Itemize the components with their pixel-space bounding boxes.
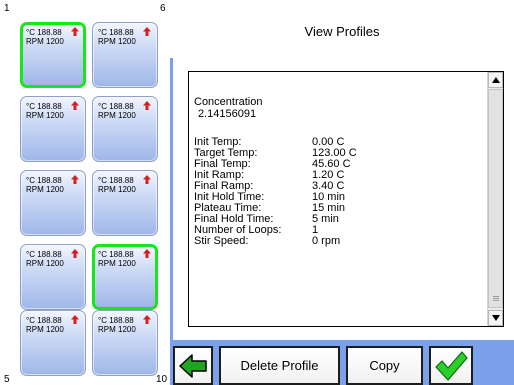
profile-tile-7[interactable]: °C 188.88 RPM 1200 <box>92 96 158 162</box>
tile-temperature-unit: °C <box>98 316 107 325</box>
up-arrow-icon <box>71 101 79 110</box>
tile-rpm: RPM 1200 <box>98 37 136 46</box>
tile-rpm: RPM 1200 <box>98 185 136 194</box>
header: View Profiles <box>170 0 514 58</box>
profile-tile-5[interactable]: °C 188.88 RPM 1200 <box>20 310 86 376</box>
parameter-label: Stir Speed: <box>194 235 249 247</box>
delete-profile-button[interactable]: Delete Profile <box>219 346 340 385</box>
concentration-value: 2.14156091 <box>198 108 257 120</box>
grid-corner-label-bottom-left: 5 <box>4 374 10 385</box>
page-title: View Profiles <box>304 24 380 39</box>
tile-temperature-value: 188.88 <box>109 28 134 37</box>
up-arrow-icon <box>71 27 79 36</box>
tile-temperature-unit: °C <box>26 250 35 259</box>
profile-tile-3[interactable]: °C 188.88 RPM 1200 <box>20 170 86 236</box>
profile-tile-6[interactable]: °C 188.88 RPM 1200 <box>92 22 158 88</box>
profile-grid: 1 6 5 10 °C 188.88 RPM 1200 °C 188.88 RPM 1… <box>0 0 170 385</box>
concentration-label: Concentration <box>194 96 263 108</box>
profile-parameter-list: Init Temp: 0.00 C Target Temp: 123.00 C Fina… <box>194 137 479 247</box>
up-arrow-icon <box>71 315 79 324</box>
tile-temperature-unit: °C <box>98 102 107 111</box>
tile-temperature-value: 188.88 <box>109 250 134 259</box>
tile-temperature-value: 188.88 <box>37 250 62 259</box>
up-arrow-icon <box>143 101 151 110</box>
scroll-up-button[interactable] <box>488 72 503 88</box>
profile-tile-4[interactable]: °C 188.88 RPM 1200 <box>20 244 86 310</box>
checkmark-icon <box>435 350 468 381</box>
copy-button[interactable]: Copy <box>346 346 423 385</box>
tile-rpm: RPM 1200 <box>26 325 64 334</box>
grid-corner-label-top-right: 6 <box>160 3 166 14</box>
up-arrow-icon <box>71 175 79 184</box>
tile-temperature-unit: °C <box>26 176 35 185</box>
up-arrow-icon <box>143 27 151 36</box>
parameter-row: Stir Speed: 0 rpm <box>194 236 479 247</box>
vertical-scrollbar[interactable] <box>487 72 503 326</box>
tile-temperature: °C 188.88 <box>98 176 134 185</box>
tile-temperature: °C 188.88 <box>26 102 62 111</box>
up-arrow-icon <box>143 315 151 324</box>
tile-temperature: °C 188.88 <box>98 316 134 325</box>
profile-details-content: Concentration 2.14156091 Init Temp: 0.00 … <box>194 96 479 247</box>
up-arrow-icon <box>143 249 151 258</box>
tile-temperature-value: 188.88 <box>37 28 62 37</box>
back-arrow-icon <box>179 353 207 378</box>
grid-corner-label-top-left: 1 <box>4 3 10 14</box>
tile-temperature-value: 188.88 <box>37 316 62 325</box>
scroll-down-button[interactable] <box>488 310 503 326</box>
back-button[interactable] <box>173 346 213 385</box>
parameter-value: 0 rpm <box>312 235 341 247</box>
tile-rpm: RPM 1200 <box>98 111 136 120</box>
tile-temperature: °C 188.88 <box>26 28 62 37</box>
tile-temperature: °C 188.88 <box>26 250 62 259</box>
tile-temperature-value: 188.88 <box>109 176 134 185</box>
scroll-down-icon <box>492 315 500 321</box>
confirm-button[interactable] <box>429 346 473 385</box>
tile-temperature: °C 188.88 <box>98 102 134 111</box>
tile-temperature-value: 188.88 <box>109 102 134 111</box>
tile-temperature-unit: °C <box>26 316 35 325</box>
profile-tile-10[interactable]: °C 188.88 RPM 1200 <box>92 310 158 376</box>
tile-temperature-unit: °C <box>98 28 107 37</box>
up-arrow-icon <box>71 249 79 258</box>
scrollbar-grip <box>493 296 499 297</box>
tile-rpm: RPM 1200 <box>26 259 64 268</box>
tile-rpm: RPM 1200 <box>98 259 136 268</box>
profile-tile-8[interactable]: °C 188.88 RPM 1200 <box>92 170 158 236</box>
tile-rpm: RPM 1200 <box>26 37 64 46</box>
tile-temperature-unit: °C <box>98 176 107 185</box>
scrollbar-grip <box>493 300 499 301</box>
tile-temperature-unit: °C <box>26 102 35 111</box>
grid-corner-label-bottom-right: 10 <box>156 374 168 385</box>
tile-temperature-value: 188.88 <box>37 102 62 111</box>
scrollbar-thumb[interactable] <box>488 89 503 308</box>
tile-temperature: °C 188.88 <box>26 316 62 325</box>
tile-rpm: RPM 1200 <box>98 325 136 334</box>
tile-temperature: °C 188.88 <box>98 250 134 259</box>
up-arrow-icon <box>143 175 151 184</box>
profile-tile-1[interactable]: °C 188.88 RPM 1200 <box>20 22 86 88</box>
scroll-up-icon <box>492 77 500 83</box>
tile-temperature-unit: °C <box>98 250 107 259</box>
tile-temperature-value: 188.88 <box>37 176 62 185</box>
tile-temperature: °C 188.88 <box>98 28 134 37</box>
tile-temperature: °C 188.88 <box>26 176 62 185</box>
scrollbar-grip <box>493 298 499 299</box>
profile-details-listbox[interactable]: Concentration 2.14156091 Init Temp: 0.00 … <box>188 71 504 327</box>
tile-temperature-unit: °C <box>26 28 35 37</box>
tile-temperature-value: 188.88 <box>109 316 134 325</box>
tile-rpm: RPM 1200 <box>26 185 64 194</box>
tile-rpm: RPM 1200 <box>26 111 64 120</box>
profile-tile-9[interactable]: °C 188.88 RPM 1200 <box>92 244 158 310</box>
profile-tile-2[interactable]: °C 188.88 RPM 1200 <box>20 96 86 162</box>
